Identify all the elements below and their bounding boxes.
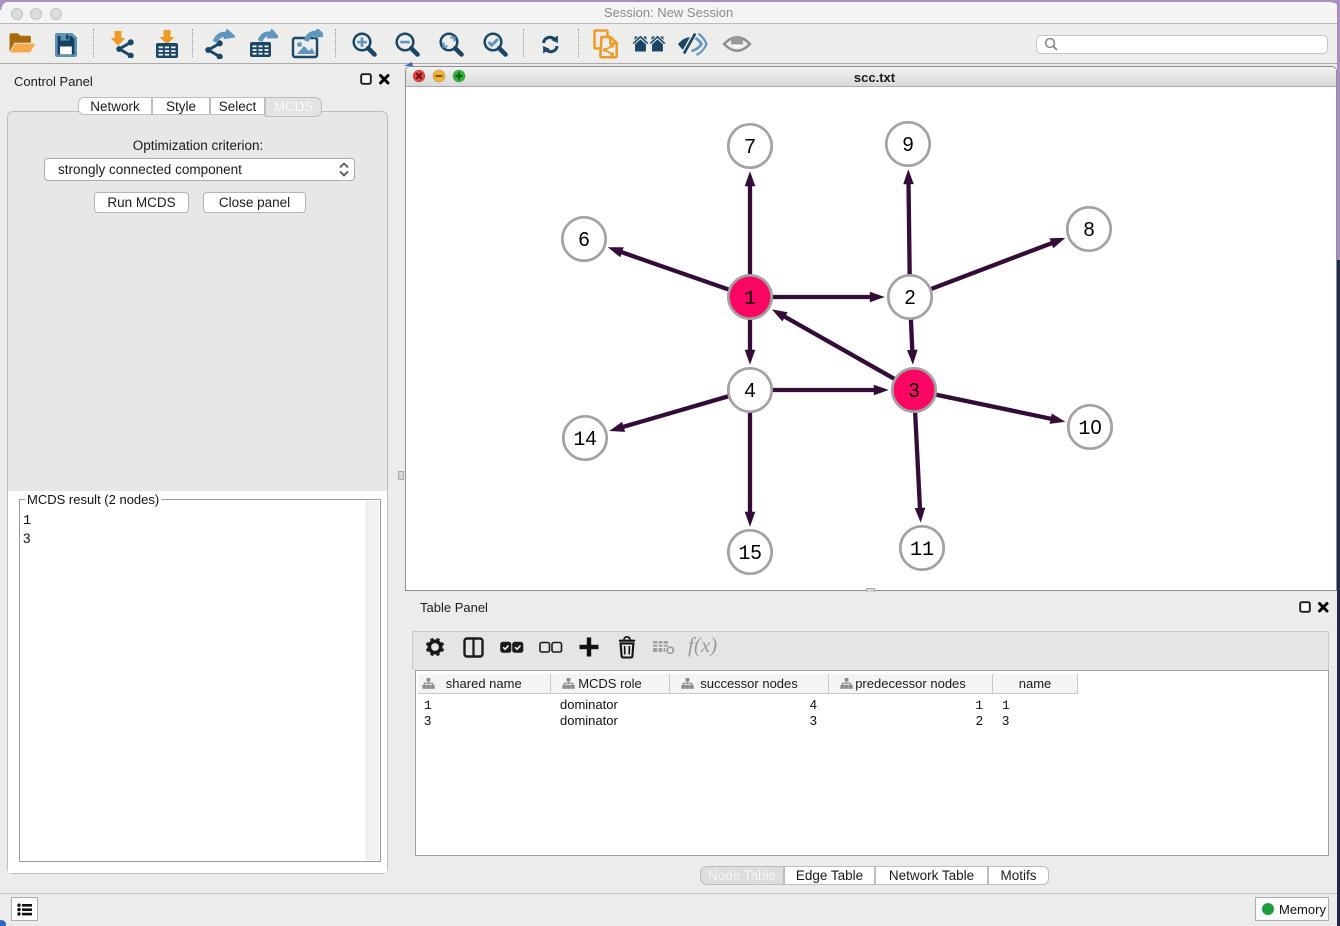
- svg-text:3: 3: [908, 380, 919, 402]
- svg-text:10: 10: [1078, 417, 1101, 441]
- svg-text:1: 1: [744, 288, 756, 311]
- svg-text:8: 8: [1083, 219, 1094, 241]
- svg-text:7: 7: [744, 136, 755, 158]
- svg-text:14: 14: [573, 428, 596, 452]
- svg-text:15: 15: [738, 542, 761, 566]
- svg-text:11: 11: [910, 539, 934, 562]
- svg-text:4: 4: [744, 380, 755, 402]
- svg-text:6: 6: [578, 229, 589, 251]
- svg-text:9: 9: [902, 134, 913, 156]
- svg-text:2: 2: [904, 287, 915, 309]
